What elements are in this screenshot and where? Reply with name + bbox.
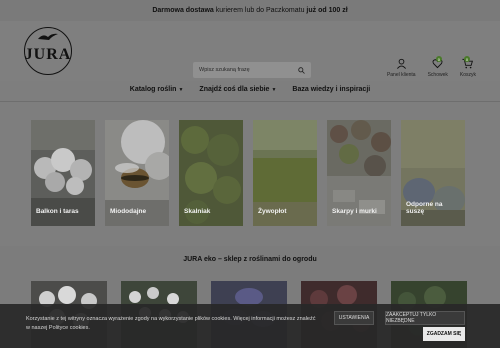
wishlist-label: Schowek (427, 72, 448, 78)
cookie-necessary-button[interactable]: ZAAKCEPTUJ TYLKO NIEZBĘDNE (385, 311, 465, 325)
category-label: Skarpy i murki (332, 208, 377, 215)
category-tile-hedge[interactable]: Żywopłot (253, 120, 317, 226)
category-tile-honey[interactable]: Miododajne (105, 120, 169, 226)
cookie-settings-button[interactable]: USTAWIENIA (334, 311, 374, 325)
header-divider (0, 101, 500, 102)
section-title: JURA eko – sklep z roślinami do ogrodu (183, 256, 317, 263)
bird-icon (38, 33, 58, 40)
cookie-accept-button[interactable]: ZGADZAM SIĘ (423, 327, 465, 341)
nav-item-find[interactable]: Znajdź coś dla siebie ▼ (199, 86, 276, 93)
category-tile-drought[interactable]: Odporne na suszę (401, 120, 465, 226)
logo-text: JURA (24, 46, 72, 63)
chevron-down-icon: ▼ (271, 87, 277, 93)
promo-bold-2: już od 100 zł (306, 7, 348, 14)
category-label: Miododajne (110, 208, 147, 215)
cart-button[interactable]: 0 Koszyk (459, 56, 476, 78)
category-tile-rockery[interactable]: Skalniak (179, 120, 243, 226)
category-tiles: Balkon i taras Miododajne Skalniak Żywop… (31, 120, 465, 226)
chevron-down-icon: ▼ (178, 87, 184, 93)
cart-label: Koszyk (459, 72, 476, 78)
wishlist-count-badge: 0 (435, 56, 442, 62)
jura-logo[interactable]: JURA (24, 27, 72, 75)
search-placeholder: Wpisz szukaną frazę (199, 67, 250, 73)
cookie-text: Korzystanie z tej witryny oznacza wyraże… (26, 316, 316, 331)
account-button[interactable]: Panel klienta (387, 58, 416, 78)
nav-item-label: Znajdź coś dla siebie (199, 86, 270, 93)
promo-text: kurierem lub do Paczkomatu (213, 7, 307, 14)
category-label: Żywopłot (258, 208, 287, 215)
main-nav: Katalog roślin ▼ Znajdź coś dla siebie ▼ B… (0, 86, 500, 93)
promo-bar: Darmowa dostawa kurierem lub do Paczkoma… (0, 0, 500, 21)
search-input[interactable]: Wpisz szukaną frazę (193, 62, 311, 78)
search-icon[interactable] (298, 66, 305, 74)
nav-item-label: Katalog roślin (129, 86, 177, 93)
nav-item-knowledge[interactable]: Baza wiedzy i inspiracji (292, 86, 370, 93)
category-label: Balkon i taras (36, 208, 79, 215)
category-label: Skalniak (184, 208, 211, 215)
nav-item-label: Baza wiedzy i inspiracji (292, 86, 371, 93)
category-label: Odporne na suszę (406, 201, 443, 215)
header-icons: Panel klienta 0 Schowek 0 Koszyk (387, 56, 476, 78)
category-tile-slopes[interactable]: Skarpy i murki (327, 120, 391, 226)
cart-count-badge: 0 (464, 56, 470, 62)
user-icon (396, 58, 406, 69)
nav-item-catalog[interactable]: Katalog roślin ▼ (130, 86, 184, 93)
wishlist-button[interactable]: 0 Schowek (427, 56, 448, 78)
site-header: JURA Wpisz szukaną frazę Panel klienta 0… (0, 21, 500, 81)
category-tile-balcony[interactable]: Balkon i taras (31, 120, 95, 226)
account-label: Panel klienta (386, 72, 416, 78)
promo-bold: Darmowa dostawa (152, 7, 214, 14)
